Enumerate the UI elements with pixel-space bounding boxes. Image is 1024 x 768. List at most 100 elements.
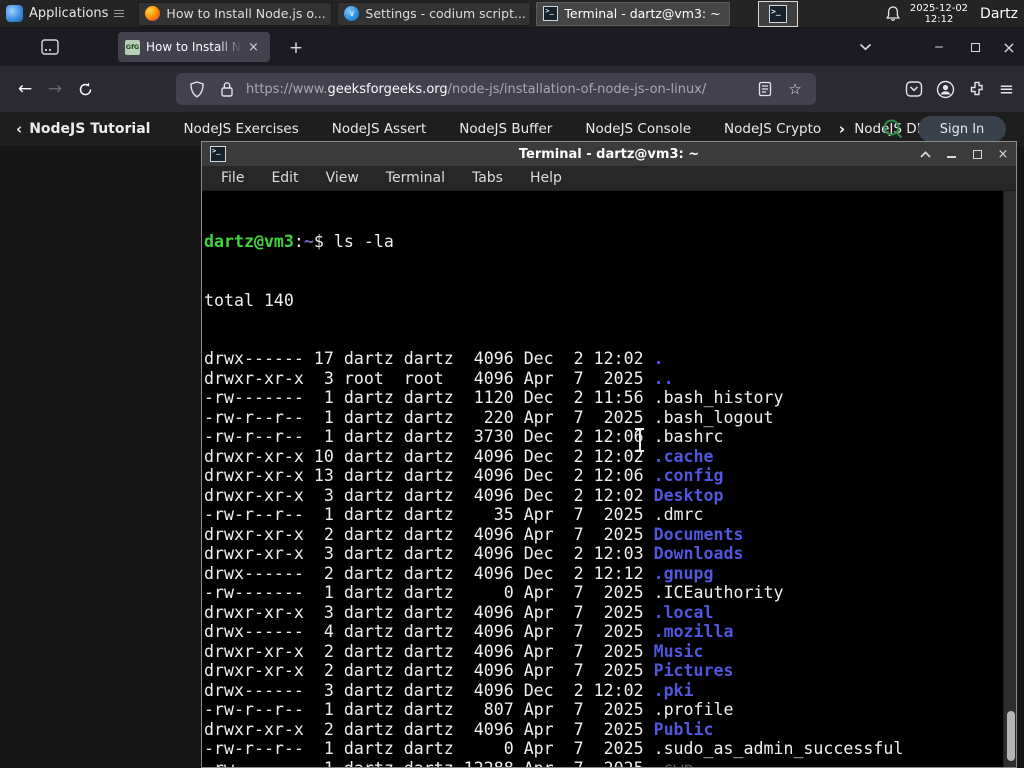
mouse-ibeam-cursor — [634, 428, 645, 452]
nav-scroll-right-chevron-icon[interactable]: › — [832, 119, 852, 139]
gfg-nav-item-nodejs-tutorial[interactable]: ‹ NodeJS Tutorial — [16, 120, 150, 138]
terminal-scrollbar-thumb[interactable] — [1006, 711, 1015, 761]
terminal-titlebar[interactable]: >_ Terminal - dartz@vm3: ~ × — [202, 142, 1016, 166]
listing-filename: Pictures — [653, 661, 734, 680]
vscodium-icon: ∨ — [344, 6, 360, 21]
taskbar-button-terminal[interactable]: >_ Terminal - dartz@vm3: ~ — [536, 1, 731, 26]
terminal-menu-tabs[interactable]: Tabs — [472, 170, 503, 186]
terminal-menu-help[interactable]: Help — [530, 170, 562, 186]
browser-minimize-button[interactable]: ‒ — [924, 28, 954, 66]
terminal-line: -rw-r--r-- 1 dartz dartz 0 Apr 7 2025 .s… — [204, 739, 1002, 759]
terminal-listing: drwx------ 17 dartz dartz 4096 Dec 2 12:… — [204, 349, 1002, 767]
extensions-icon[interactable] — [968, 80, 986, 98]
terminal-shade-button[interactable] — [918, 147, 932, 161]
nav-back-chevron-icon: ‹ — [16, 120, 23, 138]
listing-columns: -rw------- 1 dartz dartz 12288 Apr 7 202… — [204, 759, 654, 768]
applications-menu-button[interactable]: Applications — [0, 0, 132, 28]
tab-close-icon[interactable]: × — [248, 41, 259, 54]
terminal-line: -rw------- 1 dartz dartz 1120 Dec 2 11:5… — [204, 388, 1002, 408]
clock[interactable]: 2025-12-02 12:12 — [910, 3, 968, 25]
terminal-line: drwxr-xr-x 10 dartz dartz 4096 Dec 2 12:… — [204, 447, 1002, 467]
menu-lines-icon — [114, 10, 125, 17]
taskbar-button-firefox[interactable]: How to Install Node.js o... — [138, 1, 333, 26]
terminal-menu-view[interactable]: View — [326, 170, 359, 186]
firefox-view-icon[interactable] — [36, 33, 64, 61]
listing-columns: -rw-r--r-- 1 dartz dartz 0 Apr 7 2025 — [204, 739, 654, 758]
listing-columns: drwxr-xr-x 2 dartz dartz 4096 Apr 7 2025 — [204, 661, 654, 680]
browser-toolbar: ← → https://www.geeksforgeeks.org/node-j… — [0, 66, 1024, 112]
listing-filename: .. — [653, 368, 674, 388]
terminal-window-controls: × — [918, 142, 1010, 166]
listing-columns: -rw-r--r-- 1 dartz dartz 220 Apr 7 2025 — [204, 407, 654, 427]
browser-maximize-button[interactable] — [960, 28, 990, 66]
gfg-nav-item-nodejs-assert[interactable]: NodeJS Assert — [332, 121, 427, 137]
back-button[interactable]: ← — [10, 74, 40, 104]
user-menu[interactable]: Dartz — [978, 6, 1020, 22]
reader-view-icon[interactable] — [754, 81, 776, 97]
listing-filename: .bash_history — [653, 388, 784, 407]
terminal-minimize-button[interactable] — [944, 147, 958, 161]
listing-columns: drwxr-xr-x 3 dartz dartz 4096 Dec 2 12:0… — [204, 485, 654, 505]
browser-tab[interactable]: GfG How to Install Node.js on × — [118, 32, 270, 62]
terminal-line: drwxr-xr-x 2 dartz dartz 4096 Apr 7 2025… — [204, 525, 1002, 545]
listing-filename: .sudo_as_admin_successful — [653, 739, 904, 758]
listing-filename: .pki — [653, 680, 694, 700]
desktop: Applications How to Install Node.js o...… — [0, 0, 1024, 768]
prompt-path: ~ — [303, 232, 314, 251]
url-domain: geeksforgeeks.org — [327, 81, 448, 97]
terminal-scrollbar[interactable] — [1003, 191, 1016, 767]
listing-columns: -rw------- 1 dartz dartz 1120 Dec 2 11:5… — [204, 388, 654, 407]
listing-columns: drwx------ 4 dartz dartz 4096 Apr 7 2025 — [204, 622, 654, 641]
app-menu-icon[interactable]: ≡ — [999, 79, 1014, 100]
listing-filename: .dmrc — [653, 505, 704, 524]
terminal-menu-terminal[interactable]: Terminal — [386, 170, 445, 186]
terminal-menu-edit[interactable]: Edit — [271, 170, 298, 186]
geeksforgeeks-favicon: GfG — [125, 39, 140, 55]
terminal-line: drwxr-xr-x 13 dartz dartz 4096 Dec 2 12:… — [204, 466, 1002, 486]
terminal-line: drwx------ 2 dartz dartz 4096 Dec 2 12:1… — [204, 564, 1002, 584]
prompt-user-host: dartz@vm3 — [204, 232, 294, 251]
terminal-line: -rw------- 1 dartz dartz 0 Apr 7 2025 .I… — [204, 583, 1002, 603]
notifications-bell-icon[interactable] — [886, 6, 900, 22]
new-tab-button[interactable]: + — [284, 36, 308, 60]
listing-columns: drwxr-xr-x 3 dartz dartz 4096 Dec 2 12:0… — [204, 544, 654, 563]
account-icon[interactable] — [936, 80, 955, 99]
gfg-nav-item-nodejs-crypto[interactable]: NodeJS Crypto — [724, 121, 821, 137]
lock-icon[interactable] — [216, 81, 238, 97]
active-window-iconbox[interactable]: >_ — [758, 1, 798, 27]
listing-filename: .mozilla — [653, 622, 734, 641]
url-path: /node-js/installation-of-node-js-on-linu… — [447, 81, 707, 97]
sign-in-button[interactable]: Sign In — [918, 116, 1006, 142]
bookmark-star-icon[interactable]: ☆ — [784, 80, 806, 98]
listing-filename: .local — [653, 602, 714, 622]
tab-title: How to Install Node.js on — [146, 40, 242, 54]
clock-time: 12:12 — [924, 14, 954, 25]
terminal-content[interactable]: dartz@vm3:~$ ls -la total 140 drwx------… — [204, 193, 1002, 767]
listing-columns: drwxr-xr-x 10 dartz dartz 4096 Dec 2 12:… — [204, 446, 654, 466]
listing-filename: .swp — [654, 759, 694, 768]
gfg-nav-item-label: NodeJS Tutorial — [29, 121, 151, 137]
taskbar: How to Install Node.js o... ∨ Settings - c… — [138, 1, 731, 26]
reload-button[interactable] — [70, 74, 100, 104]
listing-filename: .config — [653, 466, 724, 485]
terminal-menu-file[interactable]: File — [221, 170, 244, 186]
list-all-tabs-chevron-icon[interactable] — [850, 28, 880, 66]
url-bar[interactable]: https://www.geeksforgeeks.org/node-js/in… — [176, 73, 816, 105]
forward-button[interactable]: → — [40, 74, 70, 104]
search-icon[interactable] — [882, 118, 904, 140]
listing-columns: drwxr-xr-x 3 dartz dartz 4096 Apr 7 2025 — [204, 602, 654, 622]
terminal-maximize-button[interactable] — [970, 147, 984, 161]
gfg-nav-item-nodejs-buffer[interactable]: NodeJS Buffer — [459, 121, 552, 137]
gfg-nav-item-label: NodeJS Assert — [331, 121, 427, 137]
terminal-title: Terminal - dartz@vm3: ~ — [518, 146, 700, 162]
terminal-line: -rw-r--r-- 1 dartz dartz 3730 Dec 2 12:0… — [204, 427, 1002, 447]
pocket-icon[interactable] — [905, 80, 923, 98]
terminal-icon: >_ — [769, 5, 787, 23]
taskbar-button-vscodium[interactable]: ∨ Settings - codium script... — [337, 1, 532, 26]
terminal-close-button[interactable]: × — [996, 147, 1010, 162]
tracking-shield-icon[interactable] — [186, 80, 208, 98]
browser-close-button[interactable]: × — [994, 28, 1024, 66]
terminal-line: -rw-r--r-- 1 dartz dartz 35 Apr 7 2025 .… — [204, 505, 1002, 525]
gfg-nav-item-nodejs-console[interactable]: NodeJS Console — [585, 121, 691, 137]
gfg-nav-item-nodejs-exercises[interactable]: NodeJS Exercises — [183, 121, 298, 137]
